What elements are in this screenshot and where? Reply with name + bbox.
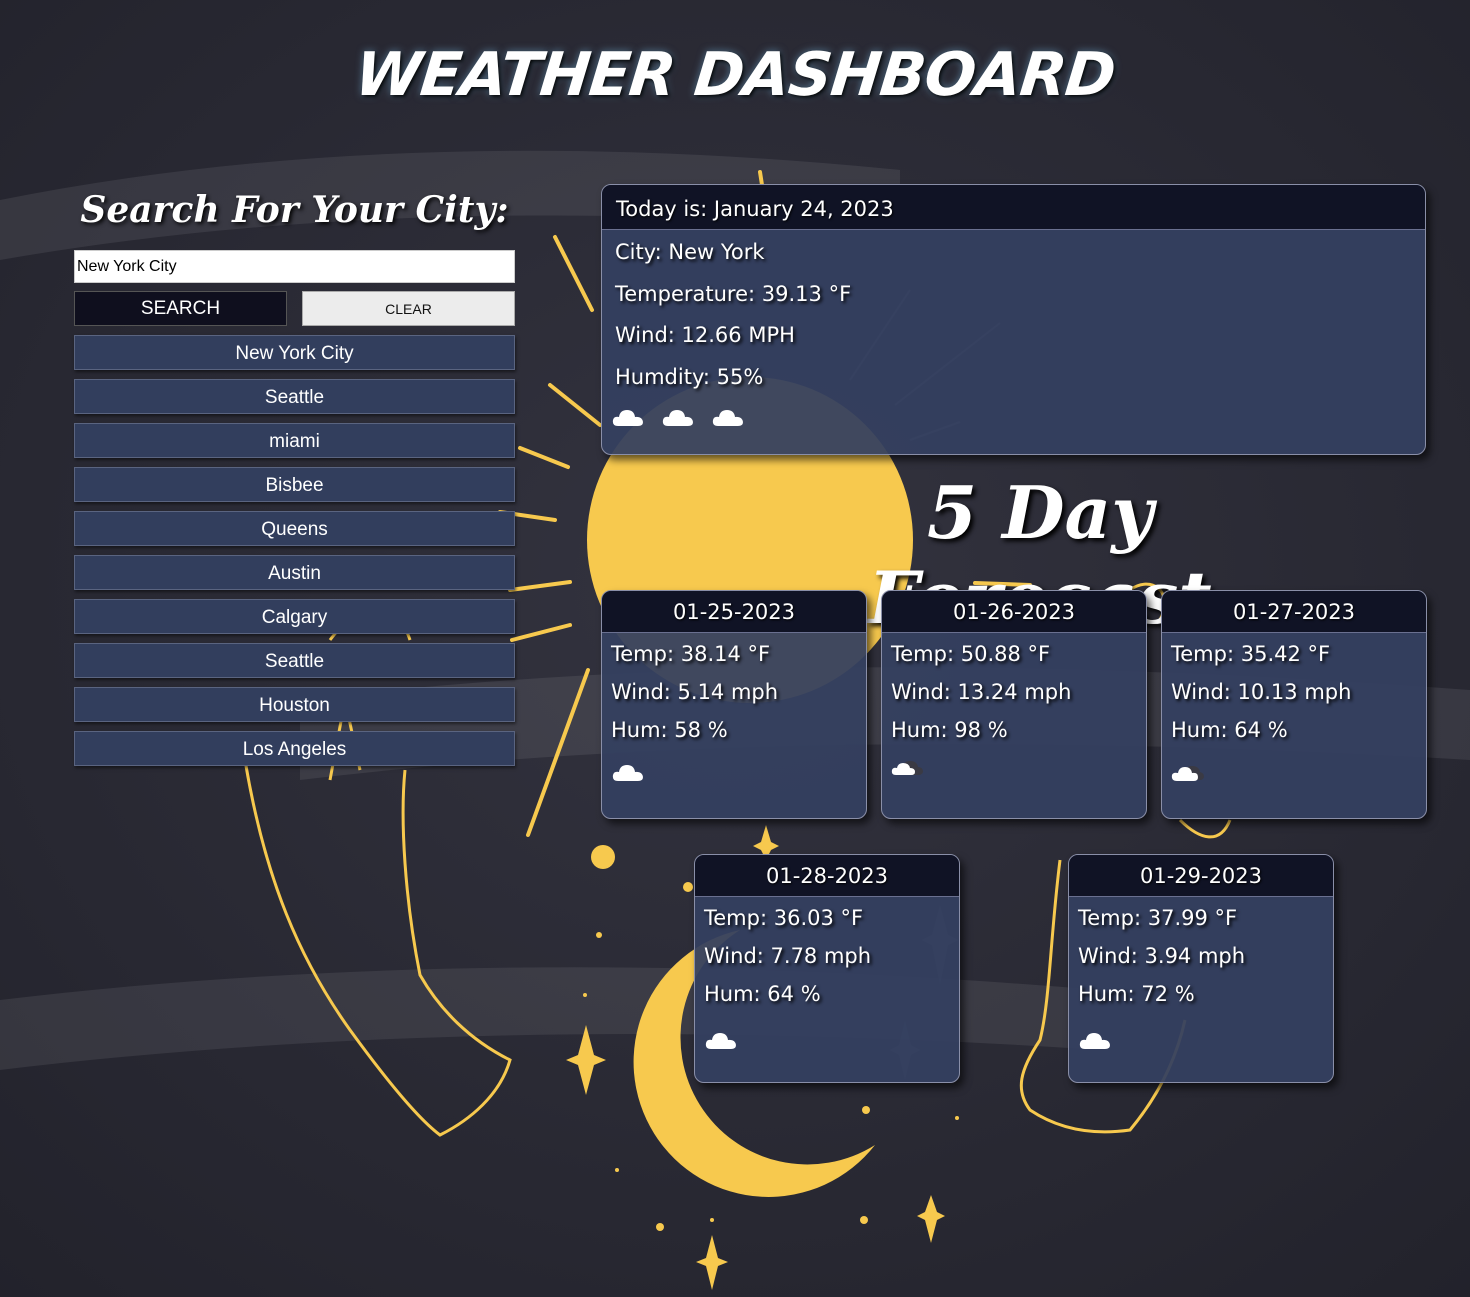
forecast-temp: Temp: 35.42 °F [1171, 642, 1331, 666]
forecast-wind: Wind: 10.13 mph [1171, 680, 1352, 704]
current-weather-icons [602, 406, 1425, 430]
dark-cloud-icon [1171, 766, 1204, 781]
forecast-humidity: Hum: 64 % [704, 982, 821, 1006]
search-button[interactable]: SEARCH [74, 291, 287, 326]
history-item[interactable]: Seattle [74, 379, 515, 414]
cloud-icon [662, 410, 693, 426]
forecast-temp: Temp: 50.88 °F [891, 642, 1051, 666]
forecast-wind: Wind: 5.14 mph [611, 680, 779, 704]
forecast-day-card: 01-29-2023 Temp: 37.99 °F Wind: 3.94 mph… [1068, 854, 1334, 1083]
history-item[interactable]: Austin [74, 555, 515, 590]
forecast-wind: Wind: 13.24 mph [891, 680, 1072, 704]
forecast-day-card: 01-28-2023 Temp: 36.03 °F Wind: 7.78 mph… [694, 854, 960, 1083]
history-item[interactable]: New York City [74, 335, 515, 370]
history-item[interactable]: Calgary [74, 599, 515, 634]
cloud-icon [612, 410, 643, 426]
forecast-date: 01-27-2023 [1162, 591, 1426, 633]
current-humidity: Humdity: 55% [615, 364, 764, 389]
current-date-header: Today is: January 24, 2023 [602, 185, 1425, 230]
forecast-day-card: 01-27-2023 Temp: 35.42 °F Wind: 10.13 mp… [1161, 590, 1427, 819]
forecast-date: 01-25-2023 [602, 591, 866, 633]
history-item[interactable]: Houston [74, 687, 515, 722]
page-title: WEATHER DASHBOARD [351, 40, 1119, 110]
forecast-humidity: Hum: 72 % [1078, 982, 1195, 1006]
forecast-date: 01-28-2023 [695, 855, 959, 897]
forecast-temp: Temp: 38.14 °F [611, 642, 771, 666]
forecast-wind: Wind: 7.78 mph [704, 944, 872, 968]
forecast-humidity: Hum: 58 % [611, 718, 728, 742]
search-button-row: SEARCH CLEAR [74, 291, 515, 326]
forecast-date: 01-26-2023 [882, 591, 1146, 633]
clear-button[interactable]: CLEAR [302, 291, 515, 326]
forecast-date: 01-29-2023 [1069, 855, 1333, 897]
forecast-day-card: 01-25-2023 Temp: 38.14 °F Wind: 5.14 mph… [601, 590, 867, 819]
city-search-input[interactable] [74, 250, 515, 283]
cloud-icon [1079, 1033, 1110, 1049]
forecast-temp: Temp: 36.03 °F [704, 906, 864, 930]
current-temperature: Temperature: 39.13 °F [615, 281, 852, 306]
search-history-list: New York City Seattle miami Bisbee Queen… [74, 335, 515, 766]
current-weather-card: Today is: January 24, 2023 City: New Yor… [601, 184, 1426, 455]
history-item[interactable]: Bisbee [74, 467, 515, 502]
search-heading: Search For Your City: [80, 189, 509, 231]
dark-cloud-icon [891, 761, 923, 775]
history-item[interactable]: Los Angeles [74, 731, 515, 766]
cloud-icon [612, 765, 643, 781]
forecast-wind: Wind: 3.94 mph [1078, 944, 1246, 968]
cloud-icon [712, 410, 743, 426]
forecast-day-card: 01-26-2023 Temp: 50.88 °F Wind: 13.24 mp… [881, 590, 1147, 819]
forecast-humidity: Hum: 64 % [1171, 718, 1288, 742]
forecast-temp: Temp: 37.99 °F [1078, 906, 1238, 930]
current-wind: Wind: 12.66 MPH [615, 323, 795, 347]
cloud-icon [705, 1033, 736, 1049]
history-item[interactable]: miami [74, 423, 515, 458]
history-item[interactable]: Queens [74, 511, 515, 546]
forecast-humidity: Hum: 98 % [891, 718, 1008, 742]
search-panel: Search For Your City: SEARCH CLEAR New Y… [74, 188, 515, 775]
history-item[interactable]: Seattle [74, 643, 515, 678]
current-city: City: New York [615, 240, 765, 264]
